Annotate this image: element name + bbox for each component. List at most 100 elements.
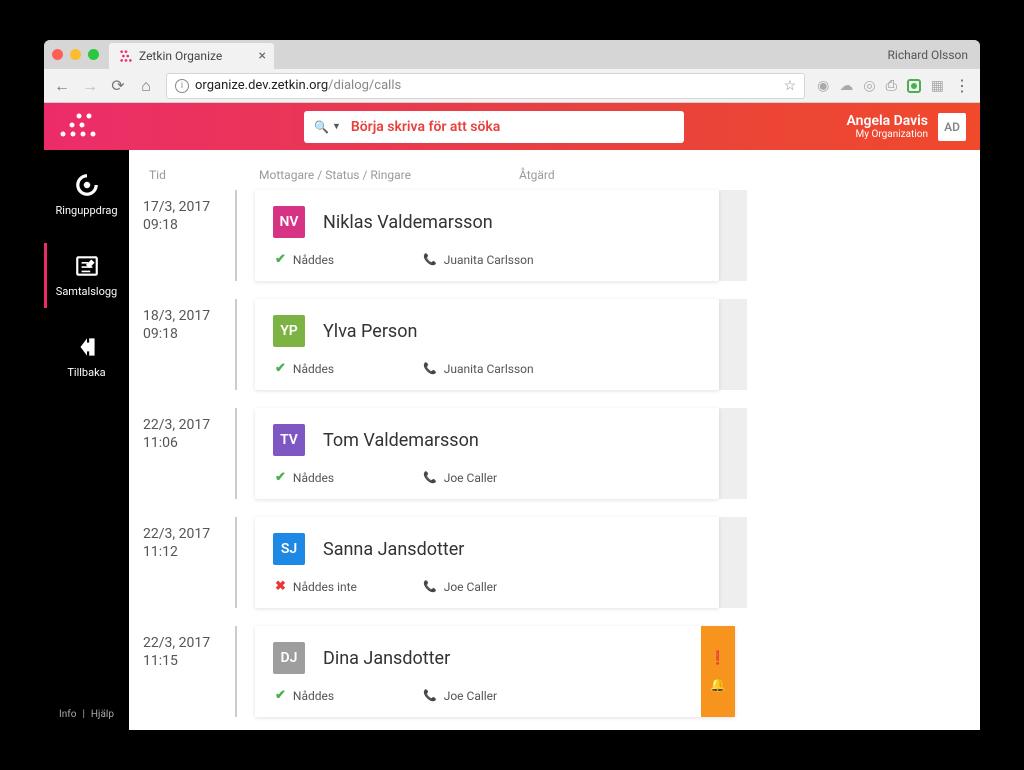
bookmark-icon[interactable]: ☆ bbox=[784, 78, 797, 94]
sidebar-item-label: Samtalslogg bbox=[56, 285, 117, 298]
recipient-name: Sanna Jansdotter bbox=[323, 539, 464, 560]
user-info[interactable]: Angela Davis My Organization bbox=[846, 113, 928, 140]
recipient-avatar: NV bbox=[273, 206, 305, 238]
sidebar: Ringuppdrag Samtalslogg Tillbaka Info | … bbox=[44, 150, 129, 730]
avatar[interactable]: AD bbox=[938, 113, 966, 141]
call-status: ✔Nåddes bbox=[275, 470, 375, 485]
check-icon: ✔ bbox=[275, 252, 286, 267]
call-row: 18/3, 201709:18 YP Ylva Person ✔Nåddes 📞Juan… bbox=[129, 299, 980, 390]
recipient-name: Ylva Person bbox=[323, 321, 417, 342]
browser-window: Zetkin Organize × Richard Olsson ← → ⟳ ⌂… bbox=[44, 40, 980, 730]
browser-tab[interactable]: Zetkin Organize × bbox=[109, 43, 274, 69]
site-info-icon[interactable]: i bbox=[175, 79, 189, 93]
call-status: ✖Nåddes inte bbox=[275, 579, 375, 594]
search-box[interactable]: 🔍 ▼ bbox=[304, 111, 684, 143]
camera-icon[interactable]: ◉ bbox=[817, 78, 829, 94]
action-placeholder bbox=[719, 517, 747, 608]
sidebar-item-ringuppdrag[interactable]: Ringuppdrag bbox=[44, 168, 129, 221]
tab-close-icon[interactable]: × bbox=[259, 48, 266, 64]
cast-icon[interactable]: ⎙ bbox=[886, 78, 897, 94]
call-card[interactable]: YP Ylva Person ✔Nåddes 📞Juanita Carlsson bbox=[255, 299, 719, 390]
check-icon: ✔ bbox=[275, 470, 286, 485]
back-button[interactable]: ← bbox=[54, 76, 70, 96]
footer-info-link[interactable]: Info bbox=[59, 709, 76, 720]
action-placeholder bbox=[719, 299, 747, 390]
call-time: 22/3, 201711:15 bbox=[143, 626, 237, 717]
recipient-avatar: TV bbox=[273, 424, 305, 456]
url-path: /dialog/calls bbox=[328, 78, 401, 93]
call-log: Tid Mottagare / Status / Ringare Åtgärd … bbox=[129, 150, 980, 730]
search-caret-icon[interactable]: ▼ bbox=[332, 121, 341, 132]
footer-help-link[interactable]: Hjälp bbox=[91, 709, 114, 720]
check-icon: ✔ bbox=[275, 361, 286, 376]
recipient-avatar: YP bbox=[273, 315, 305, 347]
call-time: 18/3, 201709:18 bbox=[143, 299, 237, 390]
caller: 📞Juanita Carlsson bbox=[423, 253, 534, 267]
recipient-name: Niklas Valdemarsson bbox=[323, 212, 493, 233]
extension-green-icon[interactable] bbox=[907, 79, 921, 93]
call-status: ✔Nåddes bbox=[275, 361, 375, 376]
browser-profile[interactable]: Richard Olsson bbox=[888, 48, 968, 62]
app-logo-icon[interactable] bbox=[58, 112, 104, 142]
call-status: ✔Nåddes bbox=[275, 688, 375, 703]
sidebar-item-tillbaka[interactable]: Tillbaka bbox=[44, 330, 129, 383]
eye-icon[interactable]: ◎ bbox=[863, 78, 875, 94]
header-time: Tid bbox=[149, 168, 259, 182]
close-window-button[interactable] bbox=[52, 49, 63, 60]
action-placeholder bbox=[719, 190, 747, 281]
browser-menu-icon[interactable]: ⋮ bbox=[954, 76, 970, 95]
caller: 📞Juanita Carlsson bbox=[423, 362, 534, 376]
call-time: 17/3, 201709:18 bbox=[143, 190, 237, 281]
bell-icon: 🔔 bbox=[710, 678, 726, 693]
reload-button[interactable]: ⟳ bbox=[110, 76, 126, 95]
sidebar-item-label: Ringuppdrag bbox=[56, 204, 118, 217]
action-badge[interactable]: ❗🔔 bbox=[701, 626, 735, 717]
sidebar-item-samtalslogg[interactable]: Samtalslogg bbox=[44, 249, 129, 302]
grid-icon[interactable]: ▦ bbox=[931, 78, 944, 94]
call-row: 22/3, 201711:12SJSanna Jansdotter✖Nåddes… bbox=[129, 517, 980, 608]
app-body: Ringuppdrag Samtalslogg Tillbaka Info | … bbox=[44, 150, 980, 730]
call-card[interactable]: TV Tom Valdemarsson ✔Nåddes 📞Joe Caller bbox=[255, 408, 719, 499]
window-controls bbox=[52, 49, 99, 60]
search-icon: 🔍 bbox=[314, 120, 329, 134]
maximize-window-button[interactable] bbox=[88, 49, 99, 60]
header-receiver: Mottagare / Status / Ringare bbox=[259, 168, 519, 182]
phone-icon: 📞 bbox=[423, 362, 437, 375]
caller: 📞Joe Caller bbox=[423, 689, 497, 703]
call-row: 22/3, 201711:06 TV Tom Valdemarsson ✔Nåddes… bbox=[129, 408, 980, 499]
forward-button[interactable]: → bbox=[82, 76, 98, 96]
tab-favicon-icon bbox=[119, 49, 133, 63]
call-card[interactable]: SJSanna Jansdotter✖Nåddes inte📞Joe Calle… bbox=[255, 517, 719, 608]
sidebar-item-label: Tillbaka bbox=[67, 366, 105, 379]
browser-tabbar: Zetkin Organize × Richard Olsson bbox=[44, 40, 980, 69]
cloud-icon[interactable]: ☁ bbox=[839, 78, 853, 94]
call-status: ✔Nåddes bbox=[275, 252, 375, 267]
call-card[interactable]: NV Niklas Valdemarsson ✔Nåddes 📞Juanita Car… bbox=[255, 190, 719, 281]
address-bar[interactable]: i organize.dev.zetkin.org/dialog/calls ☆ bbox=[166, 73, 805, 99]
tab-title: Zetkin Organize bbox=[139, 49, 222, 63]
sidebar-footer: Info | Hjälp bbox=[59, 709, 114, 720]
column-headers: Tid Mottagare / Status / Ringare Åtgärd bbox=[129, 150, 980, 190]
recipient-avatar: DJ bbox=[273, 642, 305, 674]
user-name: Angela Davis bbox=[846, 113, 928, 129]
phone-icon: 📞 bbox=[423, 253, 437, 266]
browser-toolbar: ← → ⟳ ⌂ i organize.dev.zetkin.org/dialog… bbox=[44, 69, 980, 103]
url-domain: organize.dev.zetkin.org bbox=[195, 78, 328, 93]
home-button[interactable]: ⌂ bbox=[138, 76, 154, 96]
phone-icon: 📞 bbox=[423, 471, 437, 484]
minimize-window-button[interactable] bbox=[70, 49, 81, 60]
call-card[interactable]: DJDina Jansdotter✔Nåddes📞Joe Caller❗🔔 bbox=[255, 626, 735, 717]
cross-icon: ✖ bbox=[275, 579, 286, 594]
caller: 📞Joe Caller bbox=[423, 471, 497, 485]
phone-icon: 📞 bbox=[423, 689, 437, 702]
call-row: 17/3, 201709:18 NV Niklas Valdemarsson ✔Nåd… bbox=[129, 190, 980, 281]
extension-icons: ◉ ☁ ◎ ⎙ ▦ ⋮ bbox=[817, 76, 970, 95]
search-input[interactable] bbox=[351, 119, 674, 135]
call-time: 22/3, 201711:06 bbox=[143, 408, 237, 499]
call-time: 22/3, 201711:12 bbox=[143, 517, 237, 608]
alert-icon: ❗ bbox=[710, 651, 726, 666]
recipient-name: Tom Valdemarsson bbox=[323, 430, 479, 451]
header-action: Åtgärd bbox=[519, 168, 555, 182]
call-row: 22/3, 201711:15DJDina Jansdotter✔Nåddes📞… bbox=[129, 626, 980, 717]
check-icon: ✔ bbox=[275, 688, 286, 703]
